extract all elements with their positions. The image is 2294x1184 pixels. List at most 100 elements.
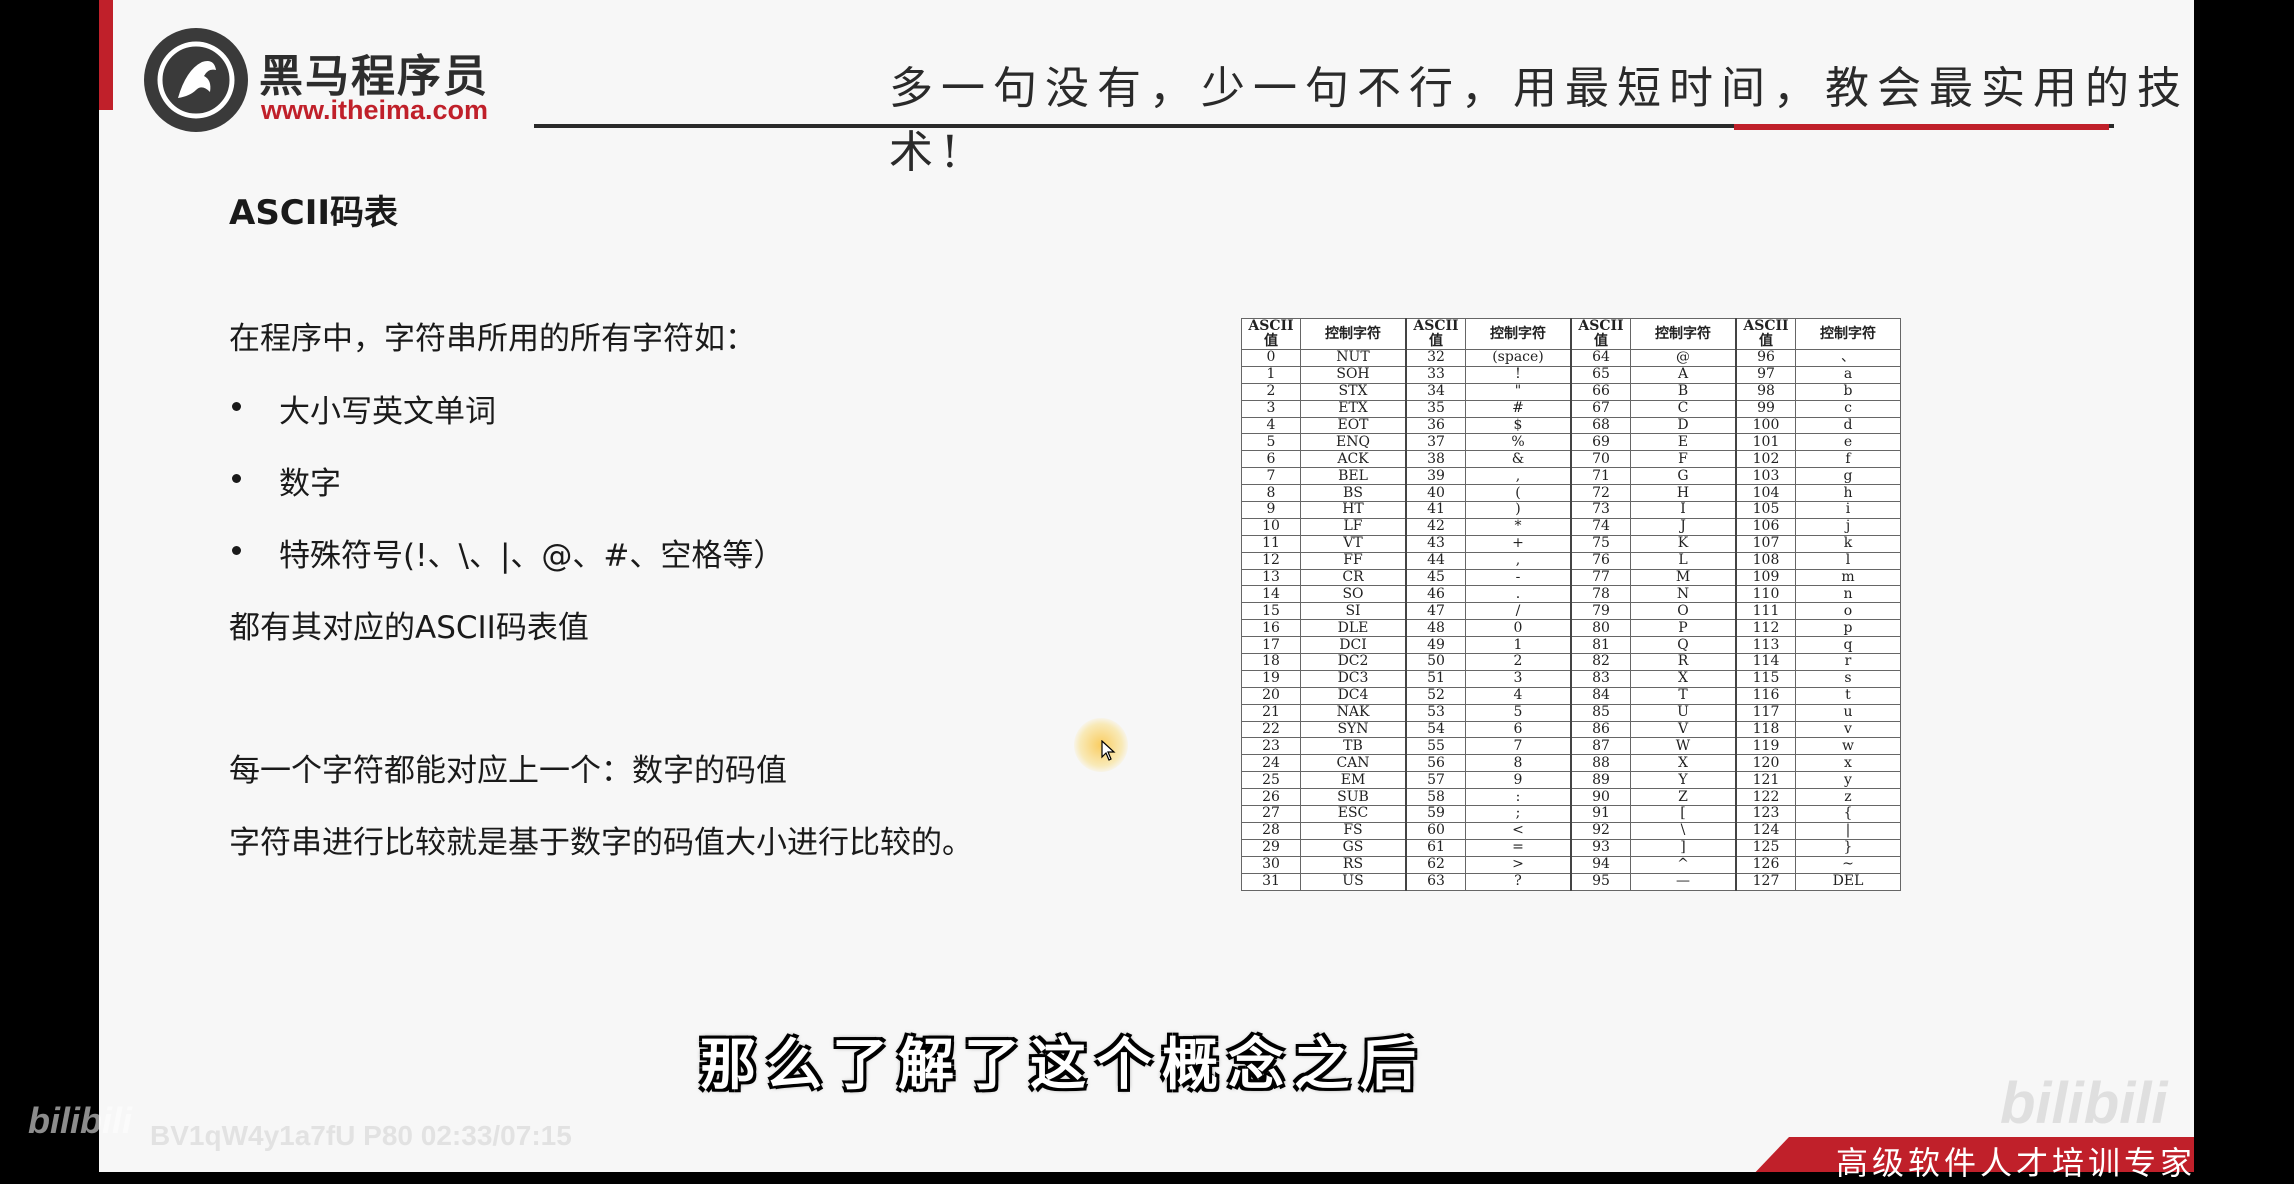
table-cell: DC4 [1300,686,1407,705]
page-title: ASCII码表 [229,193,399,233]
table-cell: 84 [1570,686,1631,705]
bullet-icon [232,546,241,555]
table-cell: 105 [1735,501,1796,519]
table-cell: ( [1465,484,1572,503]
table-cell: 50 [1405,653,1466,671]
table-cell: 86 [1570,720,1631,739]
table-cell: 52 [1405,686,1466,705]
table-row: 11 VT 43 +75 K 107 k [1241,534,1901,553]
table-cell: 20 [1241,686,1301,705]
table-cell: 122 [1735,788,1796,807]
table-cell: < [1465,821,1572,840]
table-cell: Q [1630,636,1737,655]
bullet-icon [232,402,241,411]
table-row: 24 CAN 56 8 88 X 120 x [1241,754,1901,773]
table-cell: @ [1630,349,1737,367]
table-header-cell: 控制字符 [1795,318,1901,350]
summary-text: 都有其对应的ASCII码表值 [229,610,589,646]
table-cell: 110 [1735,585,1796,604]
table-row: 4 EOT 36 $68 D 100 d [1241,416,1901,435]
table-cell: (space) [1465,349,1572,367]
table-cell: 75 [1570,534,1631,553]
table-cell: GS [1300,838,1407,857]
table-cell: SOH [1300,365,1407,384]
table-cell: 11 [1241,534,1301,553]
table-cell: 78 [1570,585,1631,604]
table-cell: E [1630,433,1737,452]
table-cell: 107 [1735,534,1796,553]
horse-logo-icon [144,28,248,132]
table-cell: 63 [1405,872,1466,891]
table-cell: 39 [1405,467,1466,486]
table-row: 28 FS 60 <92 \ 124 | [1241,821,1901,840]
table-cell: k [1795,534,1901,553]
table-cell: 79 [1570,602,1631,621]
table-header-cell: 控制字符 [1630,318,1737,350]
table-cell: BEL [1300,467,1407,486]
table-cell: 21 [1241,703,1301,722]
table-cell: 116 [1735,686,1796,705]
table-cell: 83 [1570,669,1631,688]
table-cell: f [1795,450,1901,469]
table-cell: US [1300,872,1407,891]
table-cell: G [1630,467,1737,486]
table-cell: ^ [1630,855,1737,874]
table-cell: Y [1630,771,1737,790]
table-cell: 104 [1735,484,1796,503]
table-cell: ) [1465,501,1572,519]
table-cell: x [1795,754,1901,773]
table-cell: TB [1300,737,1407,756]
table-cell: m [1795,568,1901,587]
table-cell: 2 [1241,382,1301,401]
table-cell: 26 [1241,788,1301,807]
table-cell: a [1795,365,1901,384]
table-cell: 90 [1570,788,1631,807]
table-cell: - [1465,568,1572,587]
table-cell: . [1465,585,1572,604]
table-cell: 72 [1570,484,1631,503]
table-row: 19 DC3 51 3 83 X 115 s [1241,669,1901,688]
table-cell: o [1795,602,1901,621]
table-row: 20 DC4 52 4 84 T 116 t [1241,686,1901,705]
table-cell: 85 [1570,703,1631,722]
table-cell: z [1795,788,1901,807]
table-cell: 5 [1241,433,1301,452]
table-cell: X [1630,669,1737,688]
table-cell: 10 [1241,517,1301,536]
table-row: 16 DLE 48 0 80 P 112 p [1241,619,1901,638]
table-cell: 47 [1405,602,1466,621]
table-cell: / [1465,602,1572,621]
table-cell: NUT [1300,349,1407,367]
intro-text: 在程序中，字符串所用的所有字符如： [229,321,756,357]
table-cell: v [1795,720,1901,739]
table-cell: 31 [1241,872,1301,891]
table-cell: O [1630,602,1737,621]
table-cell: { [1795,805,1901,823]
table-cell: L [1630,551,1737,570]
table-cell: 113 [1735,636,1796,655]
table-cell: t [1795,686,1901,705]
table-cell: i [1795,501,1901,519]
table-row: 10 LF 42 * 74 J 106 j [1241,517,1901,536]
table-cell: 6 [1241,450,1301,469]
table-cell: 73 [1570,501,1631,519]
table-cell: 100 [1735,416,1796,435]
table-cell: DCI [1300,636,1407,655]
table-row: 26 SUB 58:90 Z 122 z [1241,788,1901,807]
table-cell: 53 [1405,703,1466,722]
table-cell: w [1795,737,1901,756]
table-cell: 77 [1570,568,1631,587]
table-cell: 40 [1405,484,1466,503]
table-cell: 55 [1405,737,1466,756]
table-cell: & [1465,450,1572,469]
bullet-icon [232,474,241,483]
table-cell: " [1465,382,1572,401]
table-cell: SUB [1300,788,1407,807]
table-cell: , [1465,467,1572,486]
table-cell: 9 [1465,771,1572,790]
table-cell: C [1630,399,1737,418]
table-cell: 4 [1465,686,1572,705]
table-cell: 94 [1570,855,1631,874]
table-row: 17 DCI 49 1 81 Q 113 q [1241,636,1901,655]
table-cell: 127 [1735,872,1796,891]
